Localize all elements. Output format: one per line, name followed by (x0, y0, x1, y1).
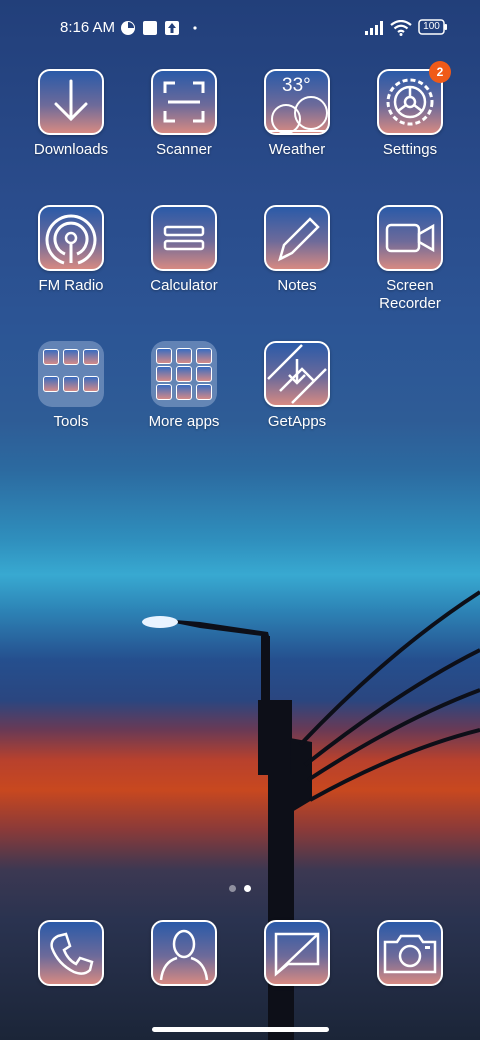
app-label: Scanner (156, 141, 212, 158)
notification-square-icon (142, 20, 158, 41)
app-label: Notes (277, 277, 317, 294)
app-label: More apps (148, 413, 220, 430)
mini-app-icon (176, 348, 192, 364)
message-icon (264, 920, 330, 986)
app-label: Tools (53, 413, 89, 430)
phone-icon (38, 920, 104, 986)
upload-icon (164, 20, 180, 41)
folder-icon (38, 341, 104, 407)
status-bar: 8:16 AM 100 (0, 14, 480, 42)
page-dot[interactable] (229, 885, 236, 892)
app-weather[interactable]: 33° Weather (242, 69, 352, 159)
battery-icon: 100 (418, 19, 448, 40)
app-label: Weather (268, 141, 326, 158)
mini-app-icon (43, 349, 59, 365)
gear-icon: 2 (377, 61, 451, 135)
mini-app-icon (83, 349, 99, 365)
folder-more-apps[interactable]: More apps (129, 341, 239, 431)
mini-app-icon (196, 366, 212, 382)
pencil-icon (264, 205, 330, 271)
dot-icon (192, 20, 198, 41)
app-label: Screen Recorder (379, 277, 441, 312)
dock-messages[interactable] (242, 920, 352, 986)
app-label: Settings (382, 141, 438, 158)
radio-icon (38, 205, 104, 271)
mini-app-icon (156, 348, 172, 364)
app-label: Downloads (33, 141, 109, 158)
mini-app-icon (176, 384, 192, 400)
clock: 8:16 AM (60, 19, 116, 36)
scanner-icon (151, 69, 217, 135)
page-indicator (0, 879, 480, 897)
app-calculator[interactable]: Calculator (129, 205, 239, 295)
page-dot-active[interactable] (244, 885, 251, 892)
download-icon (38, 69, 104, 135)
mini-app-icon (196, 384, 212, 400)
app-getapps[interactable]: GetApps (242, 341, 352, 431)
mini-app-icon (156, 366, 172, 382)
app-label: GetApps (267, 413, 327, 430)
contacts-icon (151, 920, 217, 986)
app-label: FM Radio (38, 277, 104, 294)
app-downloads[interactable]: Downloads (16, 69, 126, 159)
weather-icon: 33° (264, 69, 330, 135)
mini-app-icon (83, 375, 99, 392)
mini-app-icon (176, 366, 192, 382)
camera-icon (377, 920, 443, 986)
folder-icon (151, 341, 217, 407)
mini-app-icon (63, 349, 79, 365)
mini-app-icon (156, 384, 172, 400)
notification-badge: 2 (429, 61, 451, 83)
dock-camera[interactable] (355, 920, 465, 986)
weather-temp: 33° (282, 75, 311, 96)
wifi-icon (390, 19, 412, 41)
app-settings[interactable]: 2 Settings (355, 61, 465, 159)
folder-tools[interactable]: Tools (16, 341, 126, 431)
battery-level: 100 (423, 21, 440, 32)
mini-app-icon (196, 348, 212, 364)
signal-icon (364, 20, 386, 41)
calculator-icon (151, 205, 217, 271)
app-scanner[interactable]: Scanner (129, 69, 239, 159)
getapps-icon (264, 341, 330, 407)
dock-phone[interactable] (16, 920, 126, 986)
mini-app-icon (43, 375, 59, 392)
app-fm-radio[interactable]: FM Radio (16, 205, 126, 295)
gesture-navigation-bar[interactable] (152, 1027, 329, 1032)
app-screen-recorder[interactable]: Screen Recorder (355, 205, 465, 313)
video-camera-icon (377, 205, 443, 271)
app-notes[interactable]: Notes (242, 205, 352, 295)
dock-contacts[interactable] (129, 920, 239, 986)
notification-app-icon (120, 20, 136, 41)
app-label: Calculator (150, 277, 218, 294)
mini-app-icon (63, 375, 79, 392)
